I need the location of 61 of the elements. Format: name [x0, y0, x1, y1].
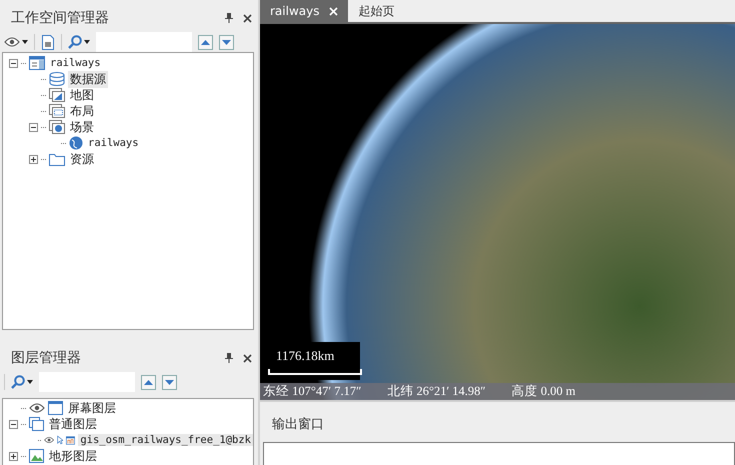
tree-item[interactable]: 地图: [68, 86, 96, 104]
up-arrow-icon: [144, 380, 153, 384]
layout-icon: [49, 104, 65, 118]
caret-icon: [22, 40, 28, 44]
map-icon: [49, 88, 65, 102]
panel-title: 输出窗口: [272, 417, 324, 432]
window-icon: [48, 401, 63, 415]
move-up-button[interactable]: [198, 34, 213, 50]
search-dropdown[interactable]: [11, 375, 33, 389]
cursor-icon[interactable]: [57, 433, 64, 447]
close-icon[interactable]: [243, 14, 252, 22]
document-tab[interactable]: 起始页: [348, 0, 404, 22]
pin-icon[interactable]: [225, 353, 233, 363]
document-tab[interactable]: railways: [260, 0, 348, 22]
tree-item[interactable]: 资源: [68, 150, 96, 168]
eye-icon[interactable]: [44, 435, 54, 445]
coordinate-readout: 高度 0.00 m: [512, 383, 576, 400]
tree-item[interactable]: 地形图层: [47, 448, 99, 464]
search-field[interactable]: [96, 32, 192, 52]
close-icon[interactable]: [243, 354, 252, 362]
collapse-icon[interactable]: [9, 58, 18, 68]
pin-icon[interactable]: [225, 13, 233, 23]
view-dropdown[interactable]: [4, 37, 28, 47]
layer-group-icon: [29, 417, 44, 431]
line-layer-icon: [66, 434, 76, 446]
tree-item[interactable]: 普通图层: [47, 416, 99, 432]
tree-item[interactable]: 场景: [68, 118, 96, 136]
eye-icon[interactable]: [29, 403, 45, 413]
caret-icon: [84, 40, 90, 44]
panel-title: 图层管理器: [11, 349, 82, 367]
folder-icon: [49, 152, 65, 166]
eye-icon[interactable]: [4, 37, 20, 47]
coordinate-readout: 北纬 26°21′ 14.98″: [387, 383, 486, 400]
down-arrow-icon: [165, 380, 174, 384]
globe-icon: [69, 136, 83, 150]
expand-icon[interactable]: [9, 452, 18, 460]
globe-picture[interactable]: 1176.18km 东经 107°47′ 7.17″ 北纬 26°21′ 14.98″ 高度 0.00 m: [260, 24, 735, 400]
workspace-icon: [29, 56, 45, 70]
database-icon: [49, 72, 65, 86]
collapse-icon[interactable]: [9, 420, 18, 428]
coordinate-readout: 东经 107°47′ 7.17″: [263, 383, 362, 400]
search-icon: [68, 35, 82, 49]
tree-item[interactable]: railways: [48, 57, 103, 69]
document-icon[interactable]: [41, 34, 55, 50]
expand-icon[interactable]: [29, 154, 38, 164]
tree-item[interactable]: railways: [86, 137, 141, 149]
scene-icon: [49, 120, 65, 134]
move-down-button[interactable]: [162, 374, 177, 390]
tree-item[interactable]: 屏幕图层: [66, 400, 118, 416]
search-dropdown[interactable]: [68, 35, 90, 49]
up-arrow-icon: [201, 40, 210, 44]
tree-item[interactable]: gis_osm_railways_free_1@bzk: [78, 434, 253, 446]
collapse-icon[interactable]: [29, 122, 38, 132]
caret-icon: [27, 380, 33, 384]
search-icon: [11, 375, 25, 389]
tree-item[interactable]: 布局: [68, 102, 96, 120]
move-down-button[interactable]: [219, 34, 234, 50]
tree-item[interactable]: 数据源: [68, 70, 108, 88]
panel-title: 工作空间管理器: [11, 9, 110, 27]
down-arrow-icon: [222, 40, 231, 44]
move-up-button[interactable]: [141, 374, 156, 390]
